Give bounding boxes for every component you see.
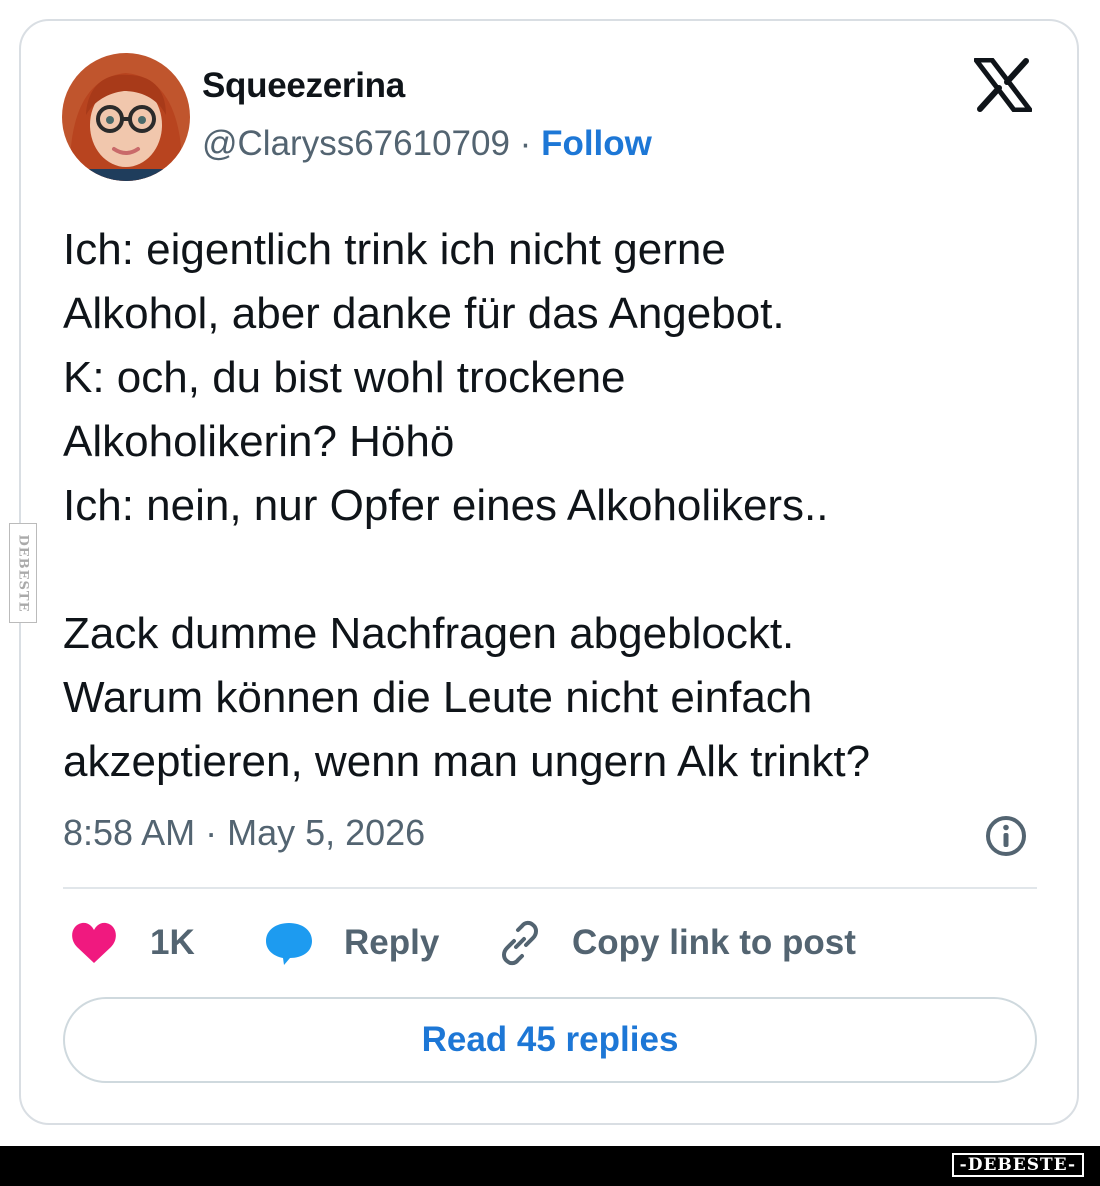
info-icon[interactable] — [984, 814, 1028, 858]
tweet-text: Ich: eigentlich trink ich nicht gerne Al… — [63, 225, 871, 786]
handle-separator: · — [519, 124, 532, 163]
side-watermark: DEBESTE — [9, 523, 37, 623]
read-replies-button[interactable]: Read 45 replies — [63, 997, 1037, 1083]
handle-row: @Claryss67610709 · Follow — [202, 124, 652, 164]
avatar[interactable] — [62, 53, 190, 181]
display-name[interactable]: Squeezerina — [202, 66, 405, 106]
copy-link-button[interactable]: Copy link to post — [496, 915, 856, 971]
copy-link-label: Copy link to post — [572, 923, 856, 962]
like-count: 1K — [150, 923, 195, 962]
reply-button[interactable]: Reply — [264, 915, 439, 971]
follow-button[interactable]: Follow — [541, 124, 652, 163]
divider — [63, 887, 1037, 889]
tweet-timestamp[interactable]: 8:58 AM · May 5, 2026 — [63, 812, 425, 854]
link-icon — [502, 920, 538, 966]
user-handle[interactable]: @Claryss67610709 — [202, 124, 510, 163]
heart-icon — [72, 922, 116, 963]
speech-bubble-icon — [266, 923, 312, 965]
bottom-brand-bar: -DEBESTE- — [0, 1146, 1100, 1186]
reply-label: Reply — [344, 923, 440, 962]
x-logo-icon[interactable] — [973, 57, 1033, 113]
like-button[interactable]: 1K — [70, 915, 195, 971]
brand-watermark: -DEBESTE- — [951, 1153, 1084, 1177]
side-watermark-text: DEBESTE — [15, 533, 31, 613]
